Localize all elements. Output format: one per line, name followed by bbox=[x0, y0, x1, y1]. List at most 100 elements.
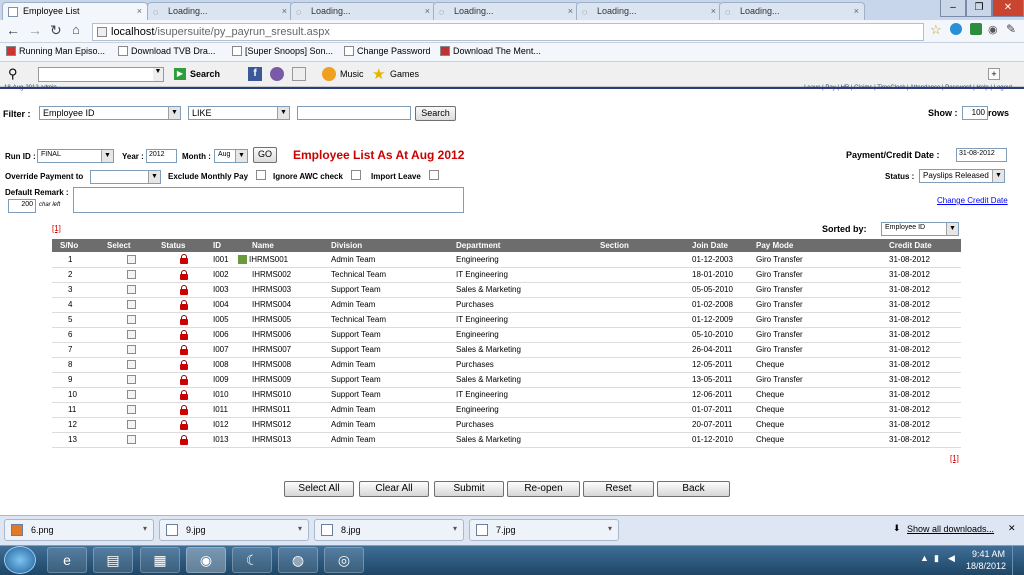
cell-select[interactable] bbox=[104, 312, 158, 328]
cell-select[interactable] bbox=[104, 372, 158, 388]
header-nav-links[interactable]: Leave | Pay | HR | Claims | TimeClock | … bbox=[804, 85, 1012, 91]
search-button[interactable]: Search bbox=[415, 106, 456, 121]
status-select[interactable]: Payslips Released ▼ bbox=[919, 169, 1005, 183]
submit-button[interactable]: Submit bbox=[434, 481, 504, 497]
row-select-checkbox[interactable] bbox=[126, 420, 136, 430]
cell-select[interactable] bbox=[104, 342, 158, 358]
maximize-icon[interactable]: ❐ bbox=[966, 0, 992, 17]
cell-select[interactable] bbox=[104, 282, 158, 298]
back-button[interactable]: Back bbox=[657, 481, 730, 497]
cell-select[interactable] bbox=[104, 357, 158, 373]
home-icon[interactable]: ⌂ bbox=[72, 22, 80, 37]
reload-icon[interactable]: ↻ bbox=[50, 22, 62, 39]
download-item[interactable]: 9.jpg ▾ bbox=[159, 519, 309, 541]
cell-select[interactable] bbox=[104, 432, 158, 448]
year-input[interactable]: 2012 bbox=[146, 149, 177, 163]
chevron-down-icon[interactable]: ▾ bbox=[298, 524, 302, 533]
close-icon[interactable]: × bbox=[425, 6, 430, 16]
tab-loading-2[interactable]: ◌ Loading... × bbox=[290, 2, 436, 20]
filter-value-input[interactable] bbox=[297, 106, 411, 120]
chevron-down-icon[interactable]: ▾ bbox=[608, 524, 612, 533]
filter-field-select[interactable]: Employee ID ▼ bbox=[39, 106, 181, 120]
download-item[interactable]: 6.png ▾ bbox=[4, 519, 154, 541]
go-button[interactable]: GO bbox=[253, 147, 277, 163]
reset-button[interactable]: Reset bbox=[583, 481, 654, 497]
change-credit-date-link[interactable]: Change Credit Date bbox=[937, 196, 1008, 205]
cell-select[interactable] bbox=[104, 417, 158, 433]
page-link-top[interactable]: [1] bbox=[52, 224, 61, 233]
chevron-down-icon[interactable]: ▼ bbox=[153, 68, 163, 81]
address-bar[interactable]: localhost/isupersuite/py_payrun_sresult.… bbox=[92, 23, 924, 41]
tab-loading-5[interactable]: ◌ Loading... × bbox=[719, 2, 865, 20]
toolbar-search-input[interactable]: ▼ bbox=[38, 67, 164, 82]
row-select-checkbox[interactable] bbox=[126, 285, 136, 295]
credit-date-input[interactable]: 31-08-2012 bbox=[956, 148, 1007, 162]
add-icon[interactable]: + bbox=[988, 68, 1000, 80]
cell-select[interactable] bbox=[104, 297, 158, 313]
select-all-button[interactable]: Select All bbox=[284, 481, 354, 497]
forward-icon[interactable]: → bbox=[28, 22, 42, 38]
app-icon[interactable] bbox=[270, 67, 284, 81]
show-rows-input[interactable]: 100 bbox=[962, 106, 988, 120]
close-icon[interactable]: × bbox=[854, 6, 859, 16]
row-select-checkbox[interactable] bbox=[126, 435, 136, 445]
cell-select[interactable] bbox=[104, 327, 158, 343]
music-link[interactable]: Music bbox=[340, 69, 364, 79]
close-icon[interactable]: ✕ bbox=[1008, 523, 1016, 534]
bookmark-3[interactable]: [Super Snoops] Son... bbox=[232, 46, 333, 56]
bookmark-1[interactable]: Running Man Episo... bbox=[6, 46, 105, 56]
cell-select[interactable] bbox=[104, 252, 158, 268]
window-close-icon[interactable]: ✕ bbox=[992, 0, 1024, 17]
star-icon[interactable]: ☆ bbox=[930, 22, 942, 38]
app-icon[interactable]: ◎ bbox=[324, 547, 364, 573]
exclude-monthly-pay-checkbox[interactable] bbox=[256, 170, 266, 180]
chevron-down-icon[interactable]: ▾ bbox=[453, 524, 457, 533]
override-payment-select[interactable]: ▼ bbox=[90, 170, 161, 184]
default-remark-textarea[interactable] bbox=[73, 187, 464, 213]
start-button[interactable] bbox=[4, 546, 36, 574]
wrench-icon[interactable]: ✎ bbox=[1006, 22, 1016, 36]
close-icon[interactable]: × bbox=[568, 6, 573, 16]
bookmark-4[interactable]: Change Password bbox=[344, 46, 431, 56]
tab-loading-3[interactable]: ◌ Loading... × bbox=[433, 2, 579, 20]
bookmark-5[interactable]: Download The Ment... bbox=[440, 46, 541, 56]
chrome-icon[interactable]: ◉ bbox=[186, 547, 226, 573]
eye-icon[interactable]: ◉ bbox=[988, 23, 998, 36]
download-item[interactable]: 8.jpg ▾ bbox=[314, 519, 464, 541]
row-select-checkbox[interactable] bbox=[126, 330, 136, 340]
app-icon[interactable]: ☾ bbox=[232, 547, 272, 573]
chevron-down-icon[interactable]: ▾ bbox=[143, 524, 147, 533]
ie-icon[interactable]: e bbox=[47, 547, 87, 573]
ignore-awc-checkbox[interactable] bbox=[351, 170, 361, 180]
import-leave-checkbox[interactable] bbox=[429, 170, 439, 180]
tab-loading-4[interactable]: ◌ Loading... × bbox=[576, 2, 722, 20]
bookmark-2[interactable]: Download TVB Dra... bbox=[118, 46, 215, 56]
minimize-icon[interactable]: – bbox=[940, 0, 966, 17]
row-select-checkbox[interactable] bbox=[126, 375, 136, 385]
explorer-icon[interactable]: ▤ bbox=[93, 547, 133, 573]
cell-select[interactable] bbox=[104, 387, 158, 403]
tab-employee-list[interactable]: Employee List × bbox=[2, 2, 148, 20]
clock-time[interactable]: 9:41 AM bbox=[972, 549, 1005, 559]
show-all-downloads-link[interactable]: Show all downloads... bbox=[907, 524, 994, 534]
skype-icon[interactable] bbox=[950, 23, 962, 35]
reopen-button[interactable]: Re-open bbox=[507, 481, 580, 497]
games-link[interactable]: Games bbox=[390, 69, 419, 79]
run-id-select[interactable]: FINAL ▼ bbox=[37, 149, 114, 163]
facebook-icon[interactable]: f bbox=[248, 67, 262, 81]
extension-icon[interactable] bbox=[970, 23, 982, 35]
row-select-checkbox[interactable] bbox=[126, 300, 136, 310]
row-select-checkbox[interactable] bbox=[126, 345, 136, 355]
close-icon[interactable]: × bbox=[137, 6, 142, 16]
row-select-checkbox[interactable] bbox=[126, 360, 136, 370]
page-link-bottom[interactable]: [1] bbox=[950, 454, 959, 463]
download-item[interactable]: 7.jpg ▾ bbox=[469, 519, 619, 541]
month-select[interactable]: Aug ▼ bbox=[214, 149, 248, 163]
clock-date[interactable]: 18/8/2012 bbox=[966, 561, 1006, 571]
cell-select[interactable] bbox=[104, 402, 158, 418]
app-icon[interactable] bbox=[292, 67, 306, 81]
clear-all-button[interactable]: Clear All bbox=[359, 481, 429, 497]
back-icon[interactable]: ← bbox=[6, 22, 20, 38]
row-select-checkbox[interactable] bbox=[126, 390, 136, 400]
show-desktop-button[interactable] bbox=[1012, 546, 1024, 575]
